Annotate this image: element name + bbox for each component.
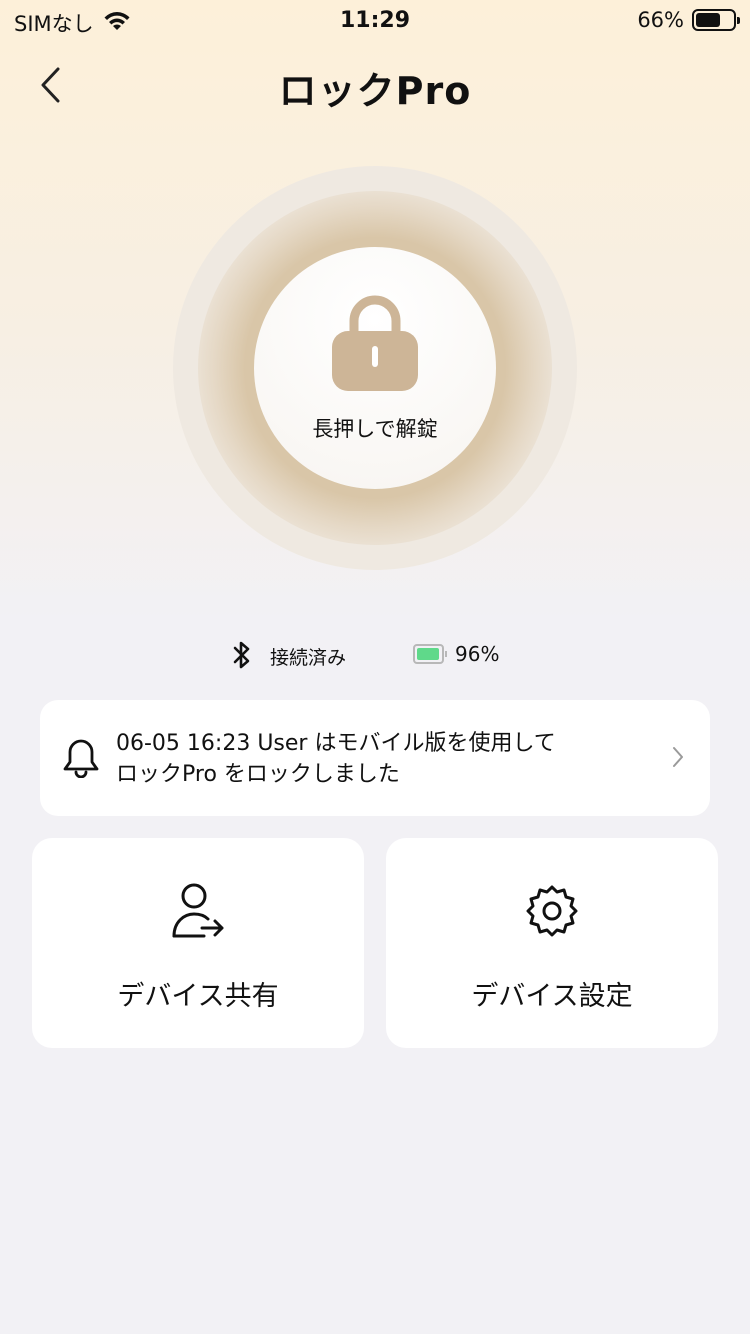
- status-bar: SIMなし 11:29 66%: [0, 0, 750, 40]
- activity-notice-card[interactable]: 06-05 16:23 User はモバイル版を使用して ロックPro をロック…: [40, 700, 710, 816]
- connection-status: 接続済み 96%: [0, 640, 750, 670]
- notice-text: 06-05 16:23 User はモバイル版を使用して ロックPro をロック…: [116, 728, 656, 790]
- notice-line-2: ロックPro をロックしました: [116, 762, 400, 787]
- device-battery-icon: [413, 644, 447, 664]
- notice-line-1: 06-05 16:23 User はモバイル版を使用して: [116, 731, 556, 756]
- device-battery-percent: 96%: [455, 642, 500, 666]
- status-right: 66%: [637, 8, 740, 32]
- device-share-button[interactable]: デバイス共有: [32, 838, 364, 1048]
- page-title: ロックPro: [278, 69, 472, 113]
- unlock-hint: 長押しで解錠: [312, 417, 438, 441]
- connection-label: 接続済み: [270, 647, 347, 669]
- user-share-icon: [172, 883, 224, 938]
- chevron-right-icon: [673, 747, 683, 767]
- device-share-label: デバイス共有: [117, 981, 279, 1012]
- unlock-button[interactable]: 長押しで解錠: [254, 247, 496, 489]
- device-battery-level: [417, 648, 440, 660]
- gear-icon: [526, 885, 578, 937]
- battery-percent: 66%: [637, 8, 684, 32]
- device-settings-button[interactable]: デバイス設定: [386, 838, 718, 1048]
- battery-icon: [692, 9, 740, 31]
- bell-icon: [63, 739, 99, 778]
- lock-icon: [332, 295, 418, 391]
- battery-level: [696, 13, 720, 27]
- device-settings-label: デバイス設定: [471, 981, 633, 1012]
- bluetooth-icon: [233, 641, 250, 669]
